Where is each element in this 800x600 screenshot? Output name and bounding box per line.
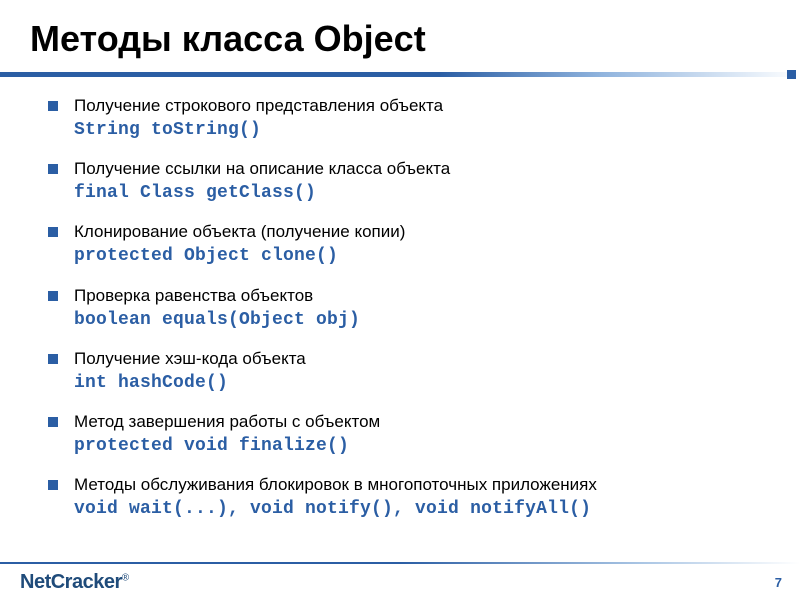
item-code: void wait(...), void notify(), void noti… <box>74 499 591 519</box>
list-item: Получение хэш-кода объекта int hashCode(… <box>48 348 770 395</box>
list-item: Получение ссылки на описание класса объе… <box>48 158 770 205</box>
item-code: protected void finalize() <box>74 436 349 456</box>
item-text: Получение ссылки на описание класса объе… <box>74 159 450 178</box>
list-item: Проверка равенства объектов boolean equa… <box>48 285 770 332</box>
logo-net: Net <box>20 571 51 593</box>
footer-divider <box>0 562 800 564</box>
list-item: Метод завершения работы с объектом prote… <box>48 411 770 458</box>
logo-reg: ® <box>122 572 129 583</box>
page-number: 7 <box>775 575 782 590</box>
logo-cracker: Cracker <box>51 571 122 593</box>
content-area: Получение строкового представления объек… <box>30 95 770 522</box>
item-code: final Class getClass() <box>74 183 316 203</box>
item-code: int hashCode() <box>74 373 228 393</box>
list-item: Получение строкового представления объек… <box>48 95 770 142</box>
item-text: Получение хэш-кода объекта <box>74 349 306 368</box>
list-item: Методы обслуживания блокировок в многопо… <box>48 474 770 521</box>
logo: NetCracker® <box>20 571 129 594</box>
item-code: protected Object clone() <box>74 246 338 266</box>
slide: Методы класса Object Получение строковог… <box>0 0 800 600</box>
bullet-list: Получение строкового представления объек… <box>48 95 770 522</box>
slide-title: Методы класса Object <box>30 18 770 60</box>
item-text: Метод завершения работы с объектом <box>74 412 380 431</box>
title-divider <box>0 72 800 77</box>
item-code: boolean equals(Object obj) <box>74 310 360 330</box>
item-code: String toString() <box>74 120 261 140</box>
footer: NetCracker® 7 <box>0 560 800 600</box>
item-text: Клонирование объекта (получение копии) <box>74 222 405 241</box>
item-text: Получение строкового представления объек… <box>74 96 443 115</box>
item-text: Методы обслуживания блокировок в многопо… <box>74 475 597 494</box>
item-text: Проверка равенства объектов <box>74 286 313 305</box>
list-item: Клонирование объекта (получение копии) p… <box>48 221 770 268</box>
